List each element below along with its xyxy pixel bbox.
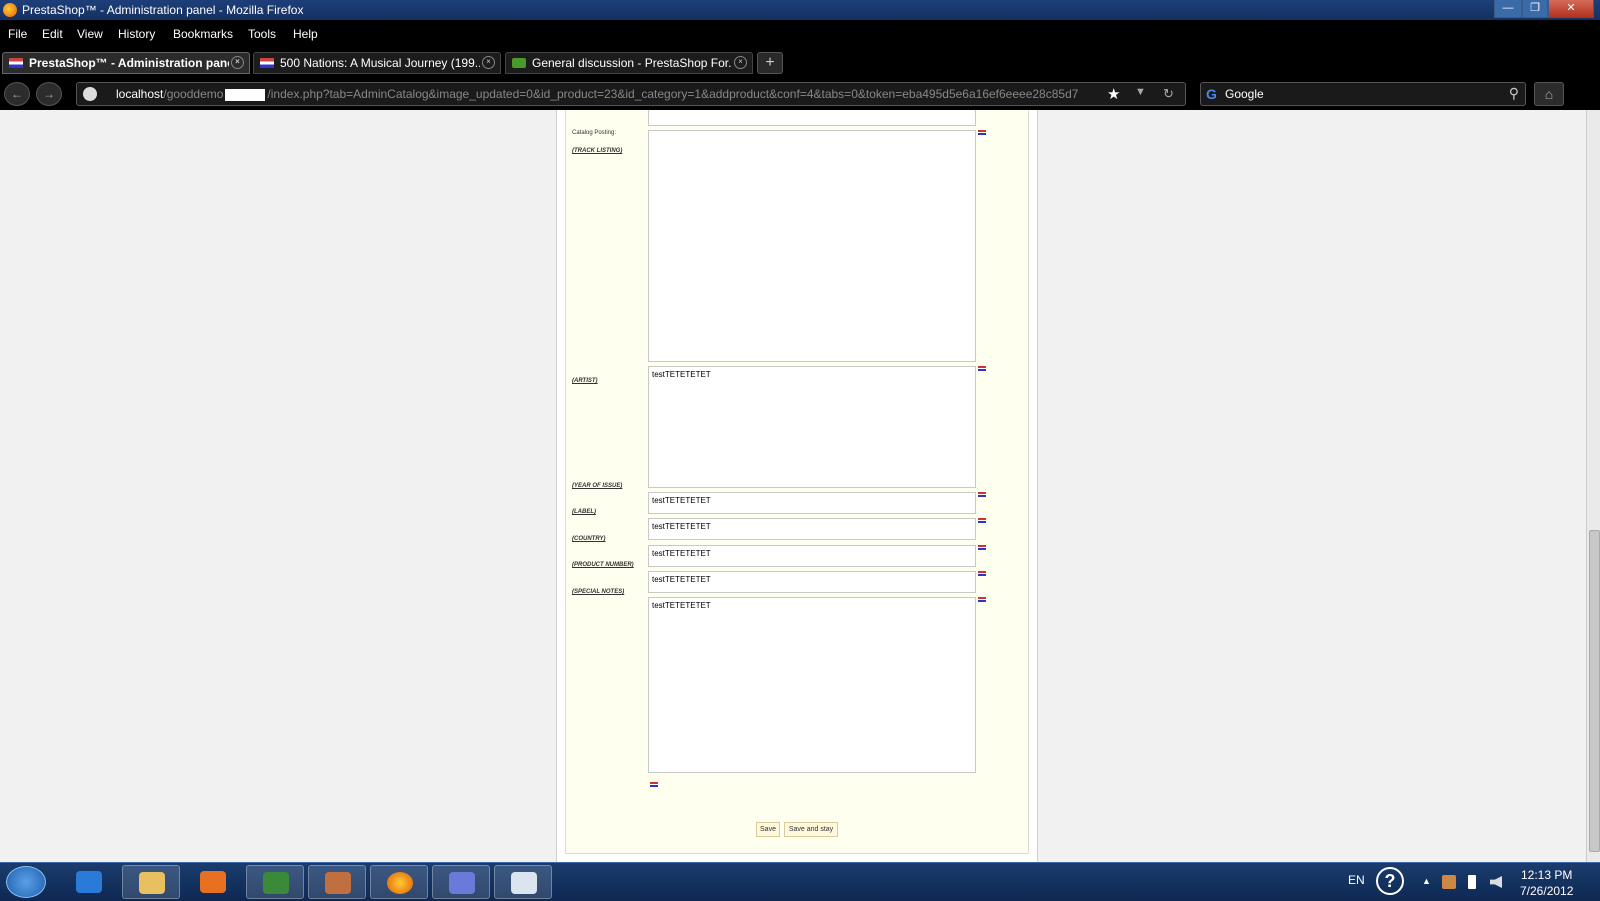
track-listing-textarea[interactable] [648, 130, 976, 362]
language-indicator[interactable]: EN [1348, 873, 1365, 887]
search-engine-label: Google [1225, 87, 1264, 101]
bookmark-star-icon[interactable]: ★ [1107, 85, 1120, 103]
language-flag-icon[interactable] [978, 571, 986, 576]
google-icon: G [1206, 86, 1217, 102]
menu-file[interactable]: File [8, 27, 27, 41]
ie-icon [76, 871, 102, 893]
menu-view[interactable]: View [77, 27, 103, 41]
firefox-icon [3, 3, 17, 17]
folder-icon [139, 872, 165, 894]
language-flag-icon[interactable] [978, 492, 986, 497]
taskbar-media-player[interactable] [184, 865, 242, 899]
menu-help[interactable]: Help [293, 27, 318, 41]
catalog-posting-label: Catalog Posting: [572, 130, 617, 136]
taskbar-scanner-app[interactable] [308, 865, 366, 899]
menu-tools[interactable]: Tools [248, 27, 276, 41]
special-notes-label: (SPECIAL NOTES) [572, 589, 625, 595]
year-of-issue-input[interactable]: testTETETETET [648, 492, 976, 514]
search-bar[interactable]: G Google ⚲ [1200, 82, 1526, 106]
flag-icon [260, 58, 274, 68]
history-dropdown-icon[interactable]: ▼ [1135, 86, 1146, 98]
network-icon[interactable] [1442, 875, 1456, 889]
taskbar-firefox[interactable] [370, 865, 428, 899]
system-clock[interactable]: 12:13 PM 7/26/2012 [1520, 867, 1573, 899]
clock-date: 7/26/2012 [1520, 884, 1574, 898]
tab-label: General discussion - PrestaShop For... [532, 56, 732, 70]
taskbar-internet-explorer[interactable] [60, 865, 118, 899]
menu-bookmarks[interactable]: Bookmarks [173, 27, 233, 41]
navigation-bar: ← → localhost/gooddemo/index.php?tab=Adm… [0, 78, 1600, 110]
windows-taskbar: EN ? ▲ 12:13 PM 7/26/2012 [0, 862, 1600, 901]
year-of-issue-label: (YEAR OF ISSUE) [572, 483, 623, 489]
language-flag-icon[interactable] [978, 366, 986, 371]
volume-icon[interactable] [1490, 876, 1502, 888]
artist-label: (ARTIST) [572, 378, 598, 384]
url-text[interactable]: localhost/gooddemo/index.php?tab=AdminCa… [116, 87, 1126, 101]
previous-field[interactable] [648, 110, 976, 126]
menu-bar: File Edit View History Bookmarks Tools H… [0, 20, 1600, 48]
tab-close-icon[interactable]: × [482, 56, 495, 69]
firefox-icon [387, 872, 413, 894]
product-number-label: (PRODUCT NUMBER) [572, 562, 634, 568]
special-notes-textarea[interactable]: testTETETETET [648, 597, 976, 773]
document-icon [511, 872, 537, 894]
tab-label: 500 Nations: A Musical Journey (199... [280, 56, 480, 70]
flag-icon [9, 58, 23, 68]
show-hidden-icons[interactable]: ▲ [1422, 876, 1431, 886]
scrollbar-thumb[interactable] [1589, 530, 1600, 852]
battery-icon[interactable] [1468, 875, 1476, 889]
taskbar-hp-app[interactable] [246, 865, 304, 899]
start-button[interactable] [6, 866, 46, 898]
menu-history[interactable]: History [118, 27, 155, 41]
vertical-scrollbar[interactable] [1586, 110, 1600, 862]
forum-icon [512, 58, 526, 68]
country-label: (COUNTRY) [572, 536, 606, 542]
redaction-mark [225, 88, 266, 101]
language-flag-icon[interactable] [978, 130, 986, 135]
tab-close-icon[interactable]: × [231, 56, 244, 69]
tab-500-nations[interactable]: 500 Nations: A Musical Journey (199... × [253, 52, 501, 74]
product-number-input[interactable]: testTETETETET [648, 571, 976, 593]
taskbar-file-explorer[interactable] [122, 865, 180, 899]
window-title: PrestaShop™ - Administration panel - Moz… [22, 3, 304, 17]
artist-textarea[interactable]: testTETETETET [648, 366, 976, 488]
back-button[interactable]: ← [4, 82, 30, 106]
globe-icon [83, 87, 97, 101]
minimize-button[interactable]: — [1494, 0, 1522, 18]
search-icon[interactable]: ⚲ [1509, 85, 1519, 102]
page-content: Catalog Posting: (TRACK LISTING) (ARTIST… [0, 110, 1586, 862]
home-button[interactable]: ⌂ [1534, 82, 1564, 106]
save-button[interactable]: Save [756, 822, 780, 837]
label-input[interactable]: testTETETETET [648, 518, 976, 540]
track-listing-label: (TRACK LISTING) [572, 148, 623, 154]
tab-close-icon[interactable]: × [734, 56, 747, 69]
country-input[interactable]: testTETETETET [648, 545, 976, 567]
dolphin-icon [449, 872, 475, 894]
hp-icon [263, 872, 289, 894]
tab-strip: PrestaShop™ - Administration panel × 500… [0, 48, 1600, 78]
help-icon[interactable]: ? [1376, 867, 1404, 895]
maximize-button[interactable]: ❐ [1522, 0, 1548, 18]
taskbar-document-app[interactable] [494, 865, 552, 899]
language-flag-icon[interactable] [650, 782, 658, 787]
taskbar-dolphin-app[interactable] [432, 865, 490, 899]
reload-icon[interactable]: ↻ [1163, 86, 1174, 102]
close-window-button[interactable]: ✕ [1548, 0, 1594, 18]
new-tab-button[interactable]: + [757, 52, 783, 74]
scanner-icon [325, 872, 351, 894]
tab-label: PrestaShop™ - Administration panel [29, 56, 229, 70]
language-flag-icon[interactable] [978, 545, 986, 550]
language-flag-icon[interactable] [978, 518, 986, 523]
window-title-bar[interactable]: PrestaShop™ - Administration panel - Moz… [0, 0, 1600, 20]
tab-general-discussion[interactable]: General discussion - PrestaShop For... × [505, 52, 753, 74]
language-flag-icon[interactable] [978, 597, 986, 602]
forward-button[interactable]: → [36, 82, 62, 106]
save-and-stay-button[interactable]: Save and stay [784, 822, 838, 837]
label-field-label: (LABEL) [572, 509, 596, 515]
media-player-icon [200, 871, 226, 893]
clock-time: 12:13 PM [1521, 868, 1573, 882]
menu-edit[interactable]: Edit [42, 27, 63, 41]
address-bar[interactable]: localhost/gooddemo/index.php?tab=AdminCa… [76, 82, 1186, 106]
tab-prestashop-admin[interactable]: PrestaShop™ - Administration panel × [2, 52, 250, 74]
